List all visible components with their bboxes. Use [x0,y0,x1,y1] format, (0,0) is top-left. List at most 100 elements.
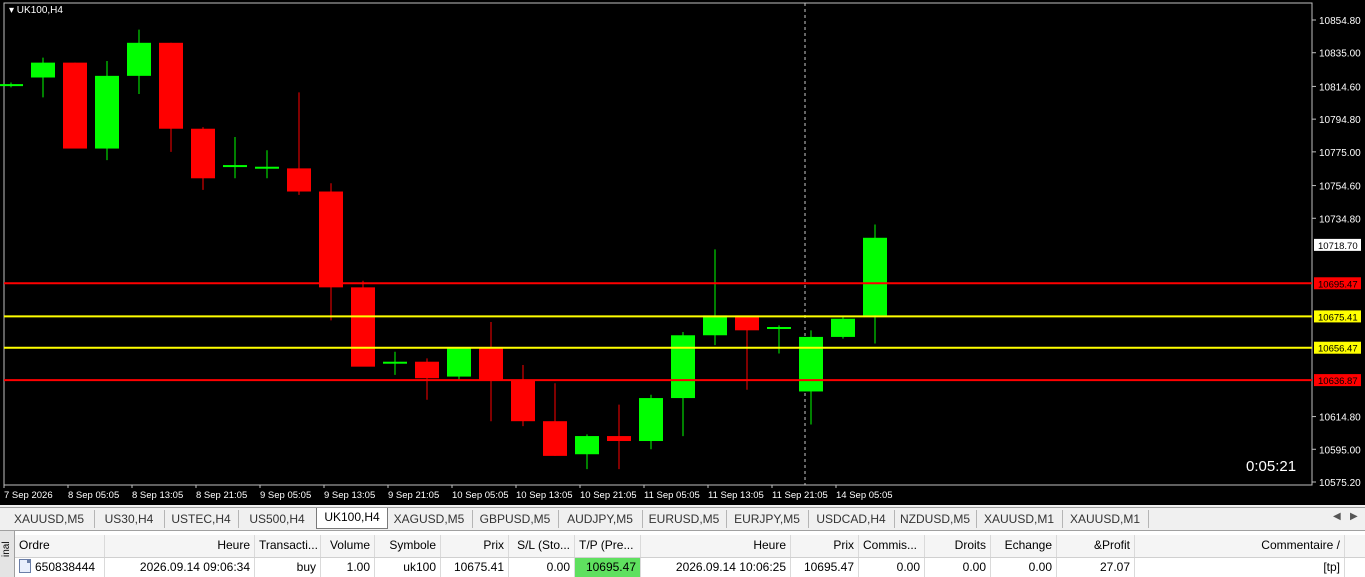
chart-area[interactable]: ▾ UK100,H4 10854.80 10835.00 10814.60 10794.… [0,0,1365,505]
terminal-side-tab[interactable]: inal [0,531,15,577]
current-price-label: 10718.70 [1318,241,1358,252]
candle-body[interactable] [479,348,503,380]
candle-body[interactable] [351,287,375,367]
time-tick-label: 8 Sep 05:05 [68,490,119,501]
order-number: 650838444 [35,560,96,574]
time-tick-label: 11 Sep 13:05 [708,490,764,501]
column-header-close-time[interactable]: Heure [641,535,791,557]
candle-body[interactable] [0,84,23,87]
time-tick-label: 8 Sep 13:05 [132,490,183,501]
chart-tab-nzdusd-m5[interactable]: NZDUSD,M5 [894,510,977,528]
chart-tab-ustec-h4[interactable]: USTEC,H4 [164,510,239,528]
column-header-comment[interactable]: Commentaire / [1135,535,1345,557]
candle-body[interactable] [607,436,631,442]
time-tick-label: 14 Sep 05:05 [836,490,893,501]
candle-body[interactable] [287,168,311,192]
candle-body[interactable] [639,398,663,442]
cell-order: 650838444 [15,558,105,577]
column-header-order[interactable]: Ordre [15,535,105,557]
chart-tab-uk100-h4[interactable]: UK100,H4 [316,508,388,529]
time-tick-label: 10 Sep 21:05 [580,490,637,501]
cell-sl: 0.00 [509,558,575,577]
chart-tab-us30-h4[interactable]: US30,H4 [94,510,165,528]
cell-symbol: uk100 [375,558,441,577]
level-price-label: 10636.87 [1318,376,1358,387]
cell-profit: 27.07 [1057,558,1135,577]
bar-countdown-timer: 0:05:21 [1246,458,1296,475]
chart-tab-us500-h4[interactable]: US500,H4 [238,510,317,528]
candle-body[interactable] [191,128,215,179]
chart-tab-audjpy-m5[interactable]: AUDJPY,M5 [558,510,643,528]
chart-tabs-bar: XAUUSD,M5 US30,H4 USTEC,H4 US500,H4 UK100,H4… [0,507,1365,530]
column-header-volume[interactable]: Volume [321,535,375,557]
candle-body[interactable] [383,361,407,364]
chart-tab-xauusd-m1[interactable]: XAUUSD,M1 [976,510,1063,528]
table-row[interactable]: 650838444 2026.09.14 09:06:34 buy 1.00 uk100… [15,558,1365,577]
price-tick-label: 10575.20 [1319,478,1361,489]
candle-body[interactable] [703,315,727,336]
cell-commission: 0.00 [859,558,925,577]
tabs-scroll-right-icon[interactable]: ▶ [1350,511,1358,522]
candle-body[interactable] [63,62,87,149]
time-tick-label: 8 Sep 21:05 [196,490,247,501]
column-header-type[interactable]: Transacti... [255,535,321,557]
time-tick-label: 11 Sep 21:05 [772,490,828,501]
candle-body[interactable] [415,361,439,379]
candle-body[interactable] [799,336,823,392]
cell-close-price: 10695.47 [791,558,859,577]
candle-body[interactable] [255,166,279,169]
column-header-close-price[interactable]: Prix [791,535,859,557]
candle-body[interactable] [223,165,247,168]
column-header-swap[interactable]: Droits [925,535,991,557]
candle-body[interactable] [95,75,119,149]
candle-body[interactable] [735,315,759,331]
cell-type: buy [255,558,321,577]
chart-tab-eurjpy-m5[interactable]: EURJPY,M5 [726,510,809,528]
candle-body[interactable] [671,335,695,399]
candle-body[interactable] [831,318,855,337]
terminal-side-label: inal [1,541,12,557]
time-tick-label: 9 Sep 05:05 [260,490,311,501]
candle-body[interactable] [575,436,599,455]
candle-body[interactable] [159,42,183,129]
chart-tab-xauusd-m1[interactable]: XAUUSD,M1 [1062,510,1149,528]
price-tick-label: 10734.80 [1319,214,1361,225]
column-header-sl[interactable]: S/L (Sto... [509,535,575,557]
terminal-panel: inal Ordre Heure Transacti... Volume Symbole… [0,530,1365,577]
cell-swap: 0.00 [925,558,991,577]
cell-open-price: 10675.41 [441,558,509,577]
candle-body[interactable] [767,327,791,330]
tabs-scroll-left-icon[interactable]: ◀ [1333,511,1341,522]
column-header-symbol[interactable]: Symbole [375,535,441,557]
level-price-label: 10695.47 [1318,279,1358,290]
price-tick-label: 10754.60 [1319,182,1361,193]
chart-tab-xauusd-m5[interactable]: XAUUSD,M5 [4,510,95,528]
column-header-open-time[interactable]: Heure [105,535,255,557]
price-tick-label: 10614.80 [1319,413,1361,424]
candle-body[interactable] [319,191,343,288]
time-tick-label: 9 Sep 21:05 [388,490,439,501]
column-header-tp[interactable]: T/P (Pre... [575,535,641,557]
column-header-commission[interactable]: Commis... [859,535,925,557]
cell-volume: 1.00 [321,558,375,577]
chart-tab-usdcad-h4[interactable]: USDCAD,H4 [808,510,895,528]
column-header-open-price[interactable]: Prix [441,535,509,557]
candle-body[interactable] [447,348,471,377]
candle-body[interactable] [543,421,567,456]
candle-body[interactable] [511,379,535,422]
chart-tab-eurusd-m5[interactable]: EURUSD,M5 [642,510,727,528]
candle-body[interactable] [863,237,887,316]
level-price-label: 10656.47 [1318,344,1358,355]
column-header-profit[interactable]: &Profit [1057,535,1135,557]
time-tick-label: 7 Sep 2026 [4,490,53,501]
level-price-label: 10675.41 [1318,312,1358,323]
chart-tab-xagusd-m5[interactable]: XAGUSD,M5 [386,510,473,528]
price-chart[interactable]: ▾ UK100,H4 10854.80 10835.00 10814.60 10794.… [0,0,1365,505]
chart-tab-gbpusd-m5[interactable]: GBPUSD,M5 [472,510,559,528]
table-header: Ordre Heure Transacti... Volume Symbole Prix S… [15,535,1365,558]
candle-body[interactable] [127,42,151,76]
chart-title: ▾ UK100,H4 [9,5,63,16]
time-tick-label: 11 Sep 05:05 [644,490,700,501]
candle-body[interactable] [31,62,55,78]
column-header-exchange[interactable]: Echange [991,535,1057,557]
